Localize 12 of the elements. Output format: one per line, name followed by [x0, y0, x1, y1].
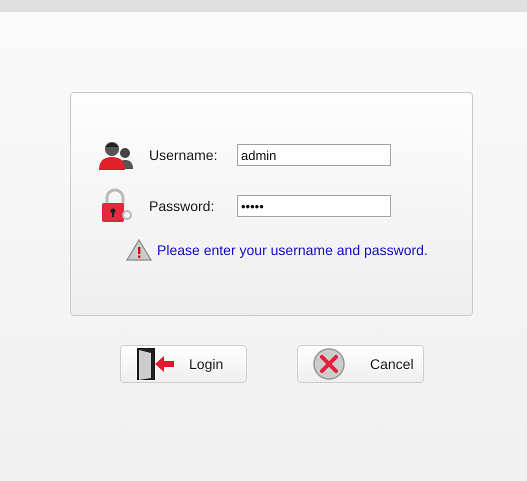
- users-icon: [98, 139, 134, 171]
- username-field[interactable]: admin: [237, 144, 391, 166]
- door-enter-icon: [135, 347, 175, 381]
- padlock-icon: [99, 188, 133, 224]
- hint-message: Please enter your username and password.: [157, 242, 428, 258]
- password-field[interactable]: •••••: [237, 195, 391, 217]
- field-label: Username:: [148, 147, 218, 163]
- login-button[interactable]: Login: [120, 345, 247, 383]
- warning-icon: [126, 239, 152, 261]
- cancel-icon: [312, 347, 346, 381]
- field-label: Password:: [148, 198, 216, 214]
- cancel-button[interactable]: Cancel: [297, 345, 424, 383]
